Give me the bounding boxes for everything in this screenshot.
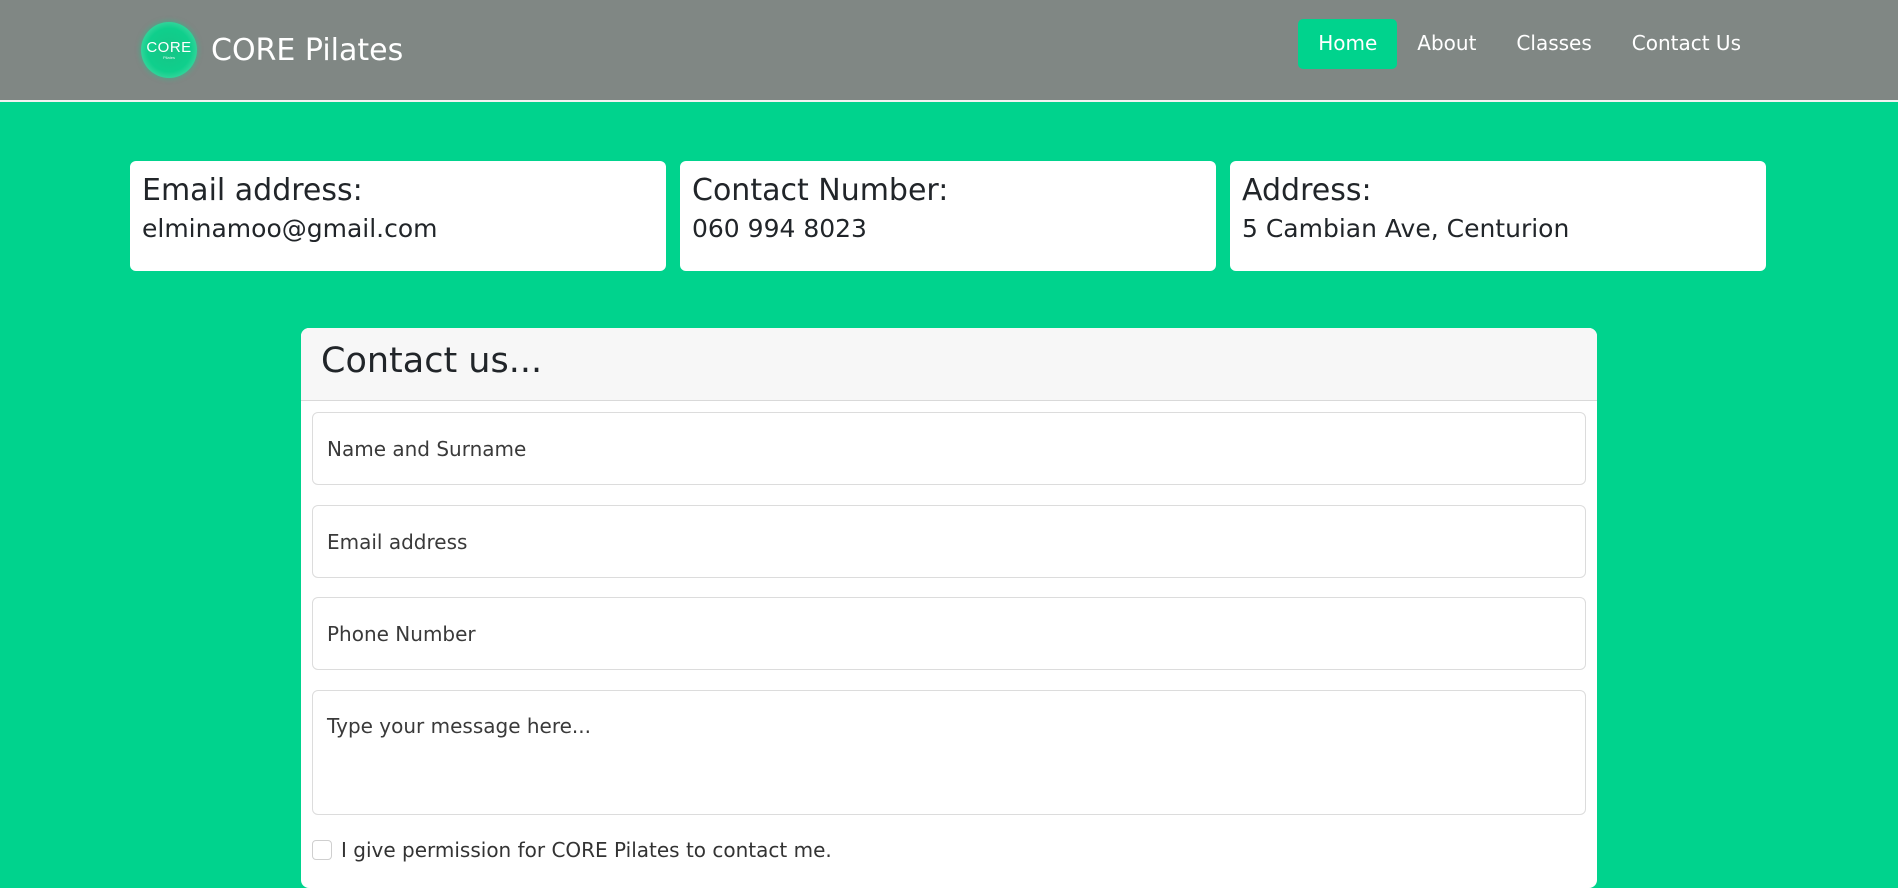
- nav-link-contact-us[interactable]: Contact Us: [1612, 19, 1761, 69]
- email-info-card: Email address: elminamoo@gmail.com: [130, 161, 666, 271]
- logo[interactable]: CORE Pilates: [141, 22, 197, 78]
- logo-subtext: Pilates: [162, 55, 175, 60]
- address-info-card: Address: 5 Cambian Ave, Centurion: [1230, 161, 1766, 271]
- contact-form-header: Contact us...: [301, 328, 1597, 401]
- navbar: CORE Pilates CORE Pilates Home About Cla…: [0, 0, 1898, 102]
- nav-link-about[interactable]: About: [1397, 19, 1496, 69]
- phone-info-card: Contact Number: 060 994 8023: [680, 161, 1216, 271]
- message-textarea[interactable]: [312, 690, 1586, 815]
- email-input[interactable]: [312, 505, 1586, 578]
- nav-link-classes[interactable]: Classes: [1496, 19, 1611, 69]
- brand[interactable]: CORE Pilates CORE Pilates: [141, 22, 403, 78]
- contact-form-card: Contact us... I give permission for CORE…: [301, 328, 1597, 888]
- email-info-value: elminamoo@gmail.com: [142, 214, 438, 243]
- nav-link-home[interactable]: Home: [1298, 19, 1398, 69]
- nav-menu: Home About Classes Contact Us: [1298, 19, 1761, 69]
- contact-form-title: Contact us...: [321, 341, 543, 381]
- email-info-title: Email address:: [142, 173, 363, 208]
- consent-checkbox[interactable]: [312, 840, 332, 860]
- brand-name[interactable]: CORE Pilates: [211, 33, 403, 68]
- logo-text: CORE: [146, 39, 192, 56]
- address-info-value: 5 Cambian Ave, Centurion: [1242, 214, 1570, 243]
- consent-row: I give permission for CORE Pilates to co…: [312, 838, 832, 862]
- address-info-title: Address:: [1242, 173, 1372, 208]
- phone-input[interactable]: [312, 597, 1586, 670]
- consent-label[interactable]: I give permission for CORE Pilates to co…: [341, 838, 832, 862]
- phone-info-value: 060 994 8023: [692, 214, 867, 243]
- name-input[interactable]: [312, 412, 1586, 485]
- phone-info-title: Contact Number:: [692, 173, 949, 208]
